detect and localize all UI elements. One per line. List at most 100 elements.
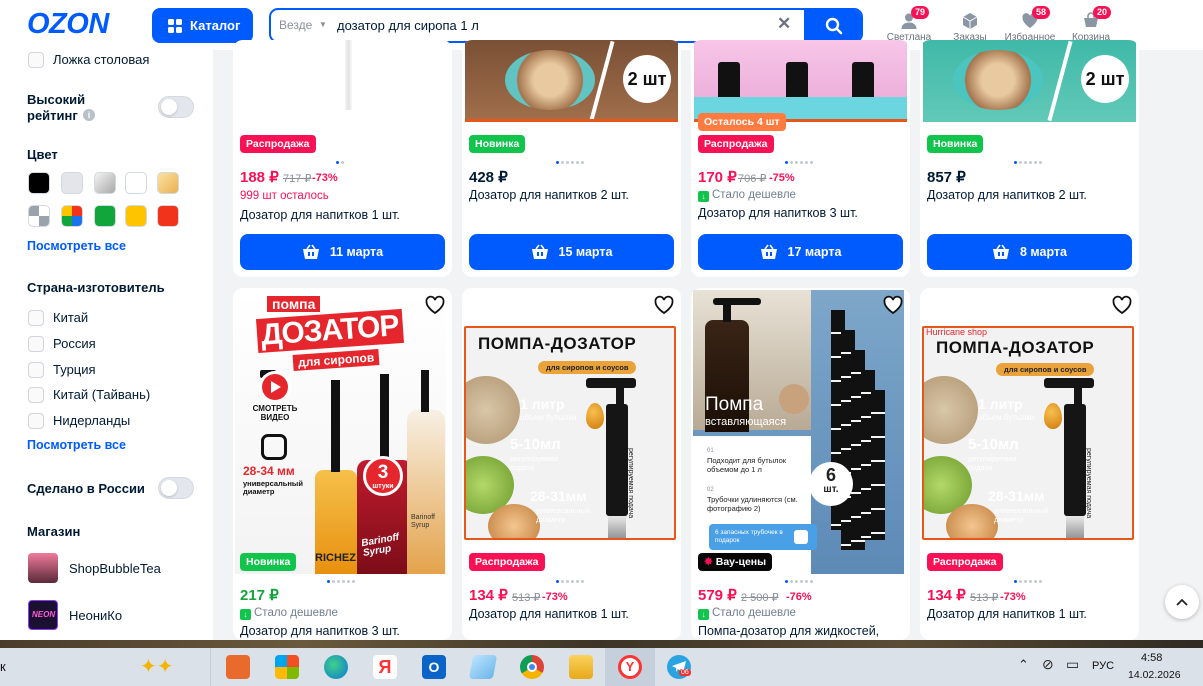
checkbox-country-taiwan[interactable] [28,387,44,403]
add-to-cart-button[interactable]: 8 марта [927,234,1132,270]
product-card[interactable]: 2 шт Новинка 857 ₽ Дозатор для напитков … [920,40,1139,277]
chevron-up-icon[interactable]: ⌃ [1018,657,1029,673]
outlook-icon[interactable]: O [422,655,446,679]
search-input[interactable] [337,16,767,35]
chrome-icon[interactable] [520,655,544,679]
wow-price-label: Вау-цены [715,556,767,568]
copilot-sparkle-icon[interactable]: ✦✦ [140,654,174,679]
favorites-button[interactable]: 58 Избранное [1004,6,1056,43]
add-to-cart-button[interactable]: 15 марта [469,234,674,270]
product-card[interactable]: 2 шт Новинка 428 ₽ Дозатор для напитков … [462,40,681,277]
favorite-heart-icon[interactable] [882,294,904,316]
product-title[interactable]: Помпа-дозатор для жидкостей, [698,624,879,638]
color-swatch-silver[interactable] [94,172,116,194]
clock-date[interactable]: 14.02.2026 [1128,669,1181,681]
battery-icon[interactable]: ▭ [1066,656,1079,673]
image-text: 1 литр [978,396,1023,412]
search-button[interactable] [804,10,861,41]
product-title[interactable]: Дозатор для напитков 2 шт. [927,188,1087,202]
checkbox-country-netherlands[interactable] [28,413,44,429]
color-swatch-red[interactable] [157,205,179,227]
search-scope-select[interactable]: Везде [279,18,312,32]
cart-button[interactable]: 20 Корзина [1065,6,1117,43]
catalog-button[interactable]: Каталог [152,8,253,43]
scroll-top-button[interactable] [1165,585,1199,619]
product-title[interactable]: Дозатор для напитков 1 шт. [927,607,1087,621]
ozon-logo[interactable]: OZON [27,8,109,41]
profile-badge: 79 [911,6,930,19]
orders-button[interactable]: Заказы [944,12,996,43]
checkbox-spoon[interactable] [28,52,44,68]
product-image: помпа ДОЗАТОР для сиропов СМОТРЕТЬ ВИДЕО… [235,290,446,574]
checkbox-country-china[interactable] [28,310,44,326]
search-box-fragment[interactable]: к [0,659,6,674]
made-in-russia-toggle[interactable] [158,477,194,499]
yandex-browser-icon[interactable]: Y [618,655,642,679]
color-swatch-yellow[interactable] [125,205,147,227]
profile-button[interactable]: 79 Светлана [883,6,935,43]
product-price: 170 ₽ [698,169,737,186]
store-icon[interactable] [275,655,299,679]
price-drop-text: Стало дешевле [712,189,796,201]
image-title: ПОМПА-ДОЗАТОР [478,334,637,353]
add-to-cart-button[interactable]: 17 марта [698,234,903,270]
new-tag: Новинка [240,553,297,571]
telegram-icon[interactable]: 06 [667,655,691,679]
stock-note: 999 шт осталось [240,190,329,202]
image-text: помпа [267,296,321,312]
color-swatch-white[interactable] [125,172,147,194]
product-title[interactable]: Дозатор для напитков 2 шт. [469,188,629,202]
clear-icon[interactable]: ✕ [777,14,791,34]
product-title[interactable]: Дозатор для напитков 3 шт. [698,206,858,220]
product-title[interactable]: Дозатор для напитков 1 шт. [240,208,400,222]
color-swatch-black[interactable] [28,172,50,194]
image-text: 5-10мл [968,436,1019,453]
app-icon[interactable] [468,655,498,679]
country-label: Нидерланды [53,413,131,428]
shop-name[interactable]: НеониКо [69,608,122,623]
cart-badge: 20 [1093,6,1112,19]
file-explorer-icon[interactable] [569,655,593,679]
checkbox-country-turkey[interactable] [28,362,44,378]
network-off-icon[interactable]: ⊘ [1042,656,1054,673]
color-swatch-multicolor[interactable] [61,205,83,227]
product-card[interactable]: Помпа вставляющаяся 01 Подходит для буты… [691,288,910,640]
product-card[interactable]: помпа ДОЗАТОР для сиропов СМОТРЕТЬ ВИДЕО… [233,288,452,640]
favorite-heart-icon[interactable] [653,294,675,316]
product-card[interactable]: ПОМПА-ДОЗАТОР для сиропов и соусов 1 лит… [462,288,681,640]
color-swatch-lightgray[interactable] [61,172,83,194]
gift-text: 6 запасных трубочек в подарок [715,529,783,544]
checkbox-country-russia[interactable] [28,336,44,352]
image-text: 28-34 мм [243,464,295,478]
info-icon[interactable]: i [83,109,95,121]
add-to-cart-button[interactable]: 11 марта [240,234,445,270]
shop-name[interactable]: ShopBubbleTea [69,561,161,576]
clock-time[interactable]: 4:58 [1141,652,1162,664]
product-title[interactable]: Дозатор для напитков 3 шт. [240,624,400,638]
media-player-icon[interactable] [226,655,250,679]
image-text: регулируемая подача [627,448,634,519]
favorites-badge: 58 [1032,6,1051,19]
color-swatch-gold[interactable] [157,172,179,194]
product-card[interactable]: Распродажа 188 ₽ 717 ₽ -73% 999 шт остал… [233,40,452,277]
product-card[interactable]: Hurricane shop ПОМПА-ДОЗАТОР для сиропов… [920,288,1139,640]
product-card[interactable]: Осталось 4 шт Распродажа 170 ₽ 706 ₽ -75… [691,40,910,277]
see-all-countries-link[interactable]: Посмотреть все [27,438,126,452]
product-title[interactable]: Дозатор для напитков 1 шт. [469,607,629,621]
color-swatch-transparent[interactable] [28,205,50,227]
see-all-colors-link[interactable]: Посмотреть все [27,239,126,253]
product-price: 134 ₽ [927,587,966,604]
discount: -73% [312,172,338,184]
country-filter-title: Страна-изготовитель [27,280,165,295]
edge-browser-icon[interactable] [324,655,348,679]
high-rating-toggle[interactable] [158,96,194,118]
language-indicator[interactable]: РУС [1092,660,1114,672]
product-image: Помпа вставляющаяся 01 Подходит для буты… [693,290,904,574]
yandex-icon[interactable]: Я [373,655,397,679]
favorite-heart-icon[interactable] [424,294,446,316]
color-swatch-green[interactable] [94,205,116,227]
image-text: регулируемая подача [968,454,1017,472]
favorite-heart-icon[interactable] [1111,294,1133,316]
product-price: 579 ₽ [698,587,737,604]
old-price: 513 ₽ [970,592,999,604]
